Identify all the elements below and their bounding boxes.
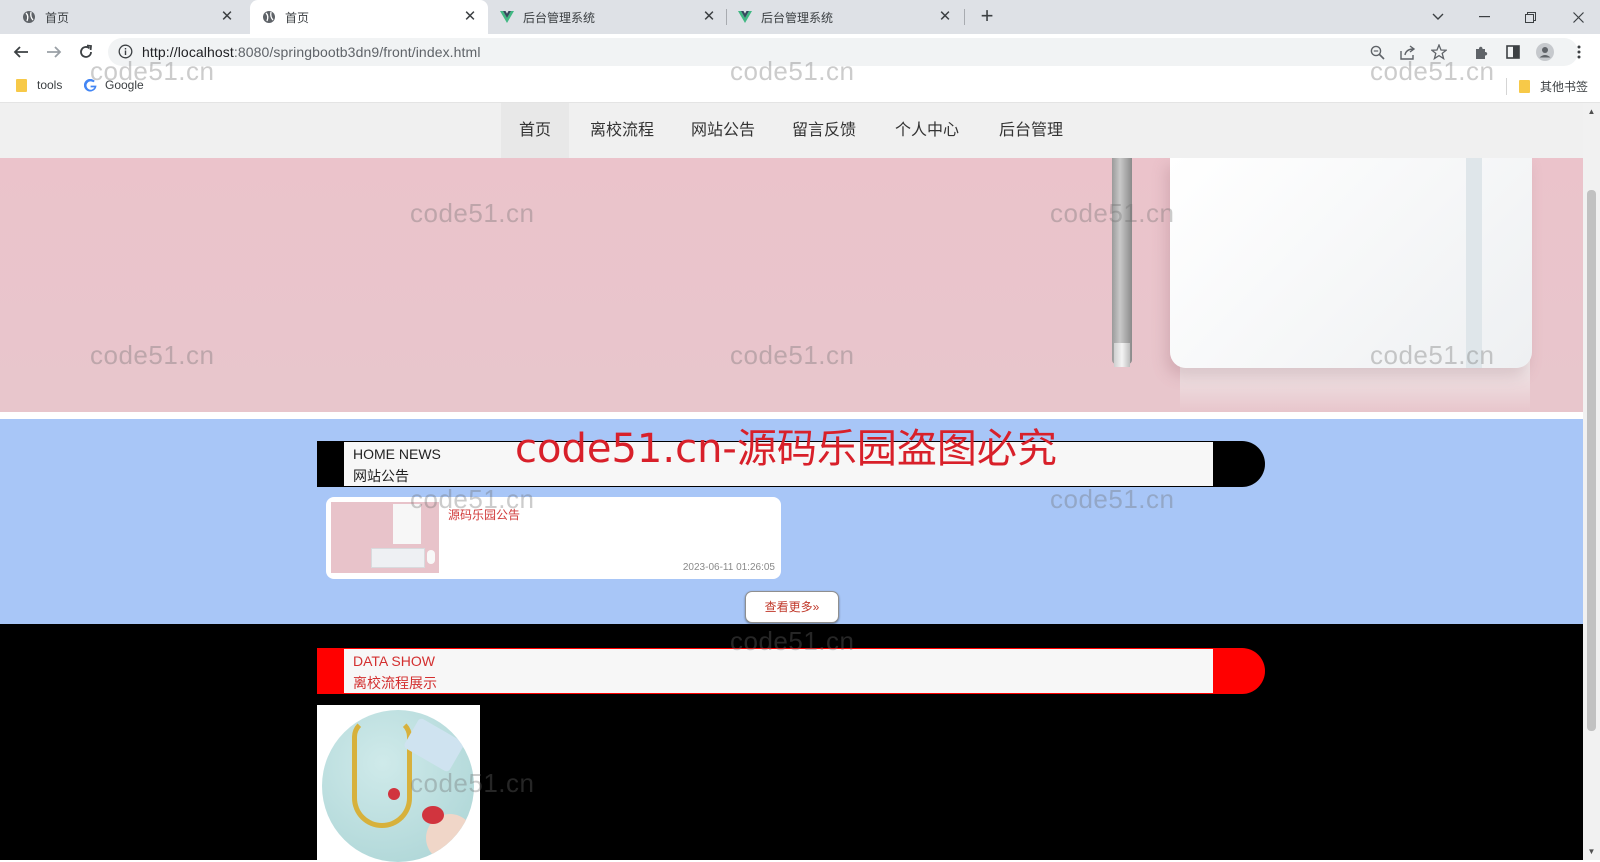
browser-tab-strip: 首页 ✕ 首页 ✕ 后台管理系统 ✕ 后台管理系统 ✕ +: [0, 0, 1600, 34]
header-left-cap: [317, 441, 343, 487]
bookmarks-bar: tools Google 其他书签: [0, 70, 1600, 103]
minimize-button[interactable]: [1462, 0, 1506, 34]
other-bookmarks[interactable]: 其他书签: [1506, 78, 1588, 95]
process-image: [322, 710, 474, 862]
nav-item-admin[interactable]: 后台管理: [989, 103, 1073, 158]
pen-graphic: [1112, 158, 1132, 364]
data-title-en: DATA SHOW: [353, 653, 435, 669]
info-icon[interactable]: [118, 44, 133, 64]
news-item-title[interactable]: 源码乐园公告: [448, 506, 520, 523]
close-icon[interactable]: ✕: [219, 9, 235, 25]
hero-banner-image: [0, 158, 1583, 412]
share-icon[interactable]: [1399, 43, 1417, 61]
other-bookmarks-label: 其他书签: [1540, 80, 1589, 94]
header-left-cap: [317, 648, 343, 694]
bookmark-google[interactable]: Google: [84, 78, 144, 92]
thumb-notebook: [393, 504, 421, 544]
pen-tip-graphic: [1114, 343, 1130, 367]
url-path: :8080/springbootb3dn9/front/index.html: [233, 44, 481, 60]
forward-arrow-icon[interactable]: [43, 41, 65, 63]
tab-search-chevron-icon[interactable]: [1416, 0, 1460, 34]
data-section-header: DATA SHOW 离校流程展示: [317, 648, 1265, 694]
zoom-icon[interactable]: [1368, 43, 1386, 61]
folder-icon: [16, 78, 27, 92]
tab-home-2[interactable]: 首页 ✕: [250, 0, 488, 34]
news-card[interactable]: 源码乐园公告 2023-06-11 01:26:05: [326, 497, 781, 579]
tab-separator: [964, 9, 965, 25]
header-right-cap: [1213, 441, 1265, 487]
restore-button[interactable]: [1508, 0, 1552, 34]
vue-logo-icon: [500, 10, 514, 24]
tab-label: 后台管理系统: [761, 10, 834, 25]
close-icon[interactable]: ✕: [937, 9, 953, 25]
news-thumbnail: [331, 502, 439, 573]
bookmark-label: tools: [37, 78, 63, 92]
mask-graphic: [402, 717, 466, 773]
news-section-header: HOME NEWS 网站公告: [317, 441, 1265, 487]
url-text[interactable]: http://localhost:8080/springbootb3dn9/fr…: [142, 44, 481, 60]
globe-icon: [22, 10, 36, 24]
nav-item-user-center[interactable]: 个人中心: [885, 103, 969, 158]
bookmark-star-icon[interactable]: [1430, 43, 1448, 61]
close-icon[interactable]: ✕: [462, 9, 478, 25]
tab-separator: [726, 9, 727, 25]
side-panel-icon[interactable]: [1504, 43, 1522, 61]
news-item-date: 2023-06-11 01:26:05: [682, 562, 775, 573]
reload-icon[interactable]: [75, 41, 97, 63]
nav-item-home[interactable]: 首页: [501, 103, 569, 158]
notebook-graphic: [1170, 158, 1532, 368]
tab-label: 首页: [45, 10, 70, 25]
menu-kebab-icon[interactable]: [1570, 43, 1588, 61]
thumb-mouse: [427, 550, 435, 564]
news-title-zh: 网站公告: [353, 468, 409, 484]
tab-home-1[interactable]: 首页 ✕: [0, 0, 245, 34]
browser-toolbar: http://localhost:8080/springbootb3dn9/fr…: [0, 34, 1600, 70]
extensions-puzzle-icon[interactable]: [1472, 43, 1490, 61]
tab-admin-1[interactable]: 后台管理系统 ✕: [492, 0, 727, 34]
back-arrow-icon[interactable]: [10, 41, 32, 63]
scrollbar-thumb[interactable]: [1587, 190, 1596, 731]
scroll-up-arrow-icon[interactable]: ▲: [1583, 103, 1600, 120]
tab-label: 后台管理系统: [523, 10, 596, 25]
bookmark-tools[interactable]: tools: [16, 78, 62, 92]
profile-avatar-icon[interactable]: [1536, 43, 1554, 61]
thumb-keyboard: [371, 548, 425, 568]
scroll-down-arrow-icon[interactable]: ▼: [1583, 843, 1600, 860]
notebook-band: [1466, 158, 1482, 368]
nav-item-leave-process[interactable]: 离校流程: [579, 103, 665, 158]
tab-label: 首页: [285, 10, 310, 25]
folder-icon: [1519, 80, 1530, 93]
nav-item-announcements[interactable]: 网站公告: [681, 103, 765, 158]
google-icon: [84, 78, 97, 92]
address-bar[interactable]: http://localhost:8080/springbootb3dn9/fr…: [108, 38, 1578, 66]
process-card[interactable]: [317, 705, 480, 862]
heart-graphic: [422, 806, 444, 824]
news-title-en: HOME NEWS: [353, 446, 441, 462]
close-icon[interactable]: ✕: [701, 9, 717, 25]
vue-logo-icon: [738, 10, 752, 24]
nav-item-feedback[interactable]: 留言反馈: [782, 103, 866, 158]
view-more-button[interactable]: 查看更多»: [745, 591, 839, 623]
close-window-button[interactable]: [1556, 0, 1600, 34]
site-nav: 首页 离校流程 网站公告 留言反馈 个人中心 后台管理: [0, 103, 1583, 158]
bookmark-label: Google: [105, 78, 144, 92]
new-tab-button[interactable]: +: [975, 5, 999, 29]
globe-icon: [262, 10, 276, 24]
header-box: [343, 648, 1215, 694]
header-box: [343, 441, 1215, 487]
data-title-zh: 离校流程展示: [353, 675, 437, 691]
stethoscope-graphic: [352, 718, 412, 828]
tab-admin-2[interactable]: 后台管理系统 ✕: [728, 0, 963, 34]
header-right-cap: [1213, 648, 1265, 694]
url-host: http://localhost: [142, 44, 234, 60]
heart-graphic: [388, 788, 400, 800]
page-scrollbar[interactable]: ▲ ▼: [1583, 103, 1600, 860]
